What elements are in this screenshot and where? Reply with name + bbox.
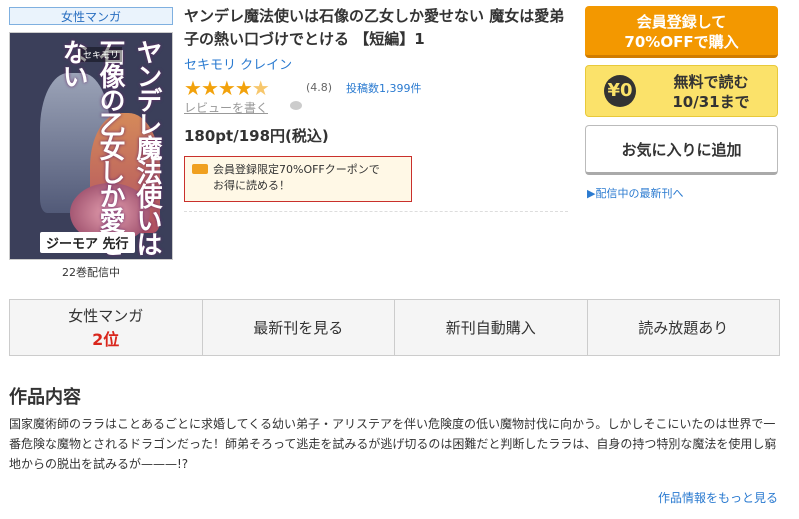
register-purchase-button[interactable]: 会員登録して 70%OFFで購入 [585, 6, 778, 58]
cover-author-text: セキモリ [80, 47, 123, 62]
coupon-tag-icon [192, 164, 208, 174]
review-count-link[interactable]: 投稿数1,399件 [346, 80, 422, 96]
cover-image[interactable]: ヤンデレ魔法使いは石像の乙女しか愛せない セキモリ ジーモア 先行 [9, 32, 173, 260]
half-star-icon: ★ [251, 76, 270, 100]
description: 国家魔術師のララはことあるごとに求婚してくる幼い弟子・アリステアを伴い危険度の低… [9, 417, 777, 471]
speech-bubble-icon [290, 101, 302, 110]
price: 180pt/198円(税込) [184, 127, 329, 145]
tab-unlimited-label: 読み放題あり [638, 319, 729, 337]
write-review-link[interactable]: レビューを書く [184, 99, 268, 116]
ranking-label: 女性マンガ [68, 307, 144, 325]
tab-auto-purchase[interactable]: 新刊自動購入 [395, 300, 588, 355]
tab-auto-purchase-label: 新刊自動購入 [445, 319, 536, 337]
free-read-button[interactable]: ¥0 無料で読む 10/31まで [585, 65, 778, 117]
star-icon: ★ [217, 76, 236, 100]
author-link[interactable]: セキモリ クレイン [184, 54, 292, 73]
add-favorite-button[interactable]: お気に入りに追加 [585, 125, 778, 175]
star-rating: ★★★★★ [184, 76, 270, 100]
free-line-2: 10/31まで [672, 93, 750, 111]
coupon-line-2: お得に読める！ [213, 179, 290, 192]
more-info-link[interactable]: 作品情報をもっと見る [658, 489, 778, 506]
coupon-line-1: 会員登録限定70%OFFクーポンで [213, 163, 380, 176]
cover-label-logo: ジーモア 先行 [40, 232, 135, 253]
free-line-1: 無料で読む [673, 73, 749, 91]
star-icon: ★ [200, 76, 219, 100]
section-title: 作品内容 [9, 387, 81, 408]
rating-value: (4.8) [306, 81, 333, 94]
tab-latest[interactable]: 最新刊を見る [202, 300, 395, 355]
volume-count: 22巻配信中 [62, 266, 120, 279]
divider [184, 211, 568, 212]
coupon-notice: 会員登録限定70%OFFクーポンで お得に読める！ [184, 156, 412, 202]
free-read-text: 無料で読む 10/31まで [646, 72, 776, 112]
info-tabs: 女性マンガ 2位 最新刊を見る 新刊自動購入 読み放題あり [9, 299, 780, 356]
register-line-2: 70%OFFで購入 [624, 33, 739, 51]
latest-volume-link[interactable]: ▶配信中の最新刊へ [587, 185, 683, 201]
star-icon: ★ [234, 76, 253, 100]
yen-zero-icon: ¥0 [604, 75, 636, 107]
product-title: ヤンデレ魔法使いは石像の乙女しか愛せない 魔女は愛弟子の熱い口づけでとける 【短… [184, 7, 565, 48]
register-line-1: 会員登録して [636, 13, 727, 31]
category-badge[interactable]: 女性マンガ [9, 7, 173, 25]
tab-latest-label: 最新刊を見る [253, 319, 344, 337]
ranking-value: 2位 [92, 330, 120, 349]
tab-ranking[interactable]: 女性マンガ 2位 [10, 300, 203, 355]
star-icon: ★ [184, 76, 202, 100]
tab-unlimited[interactable]: 読み放題あり [587, 300, 779, 355]
cover-title-text: ヤンデレ魔法使いは石像の乙女しか愛せない [58, 39, 162, 255]
coupon-text: 会員登録限定70%OFFクーポンで お得に読める！ [213, 162, 380, 194]
